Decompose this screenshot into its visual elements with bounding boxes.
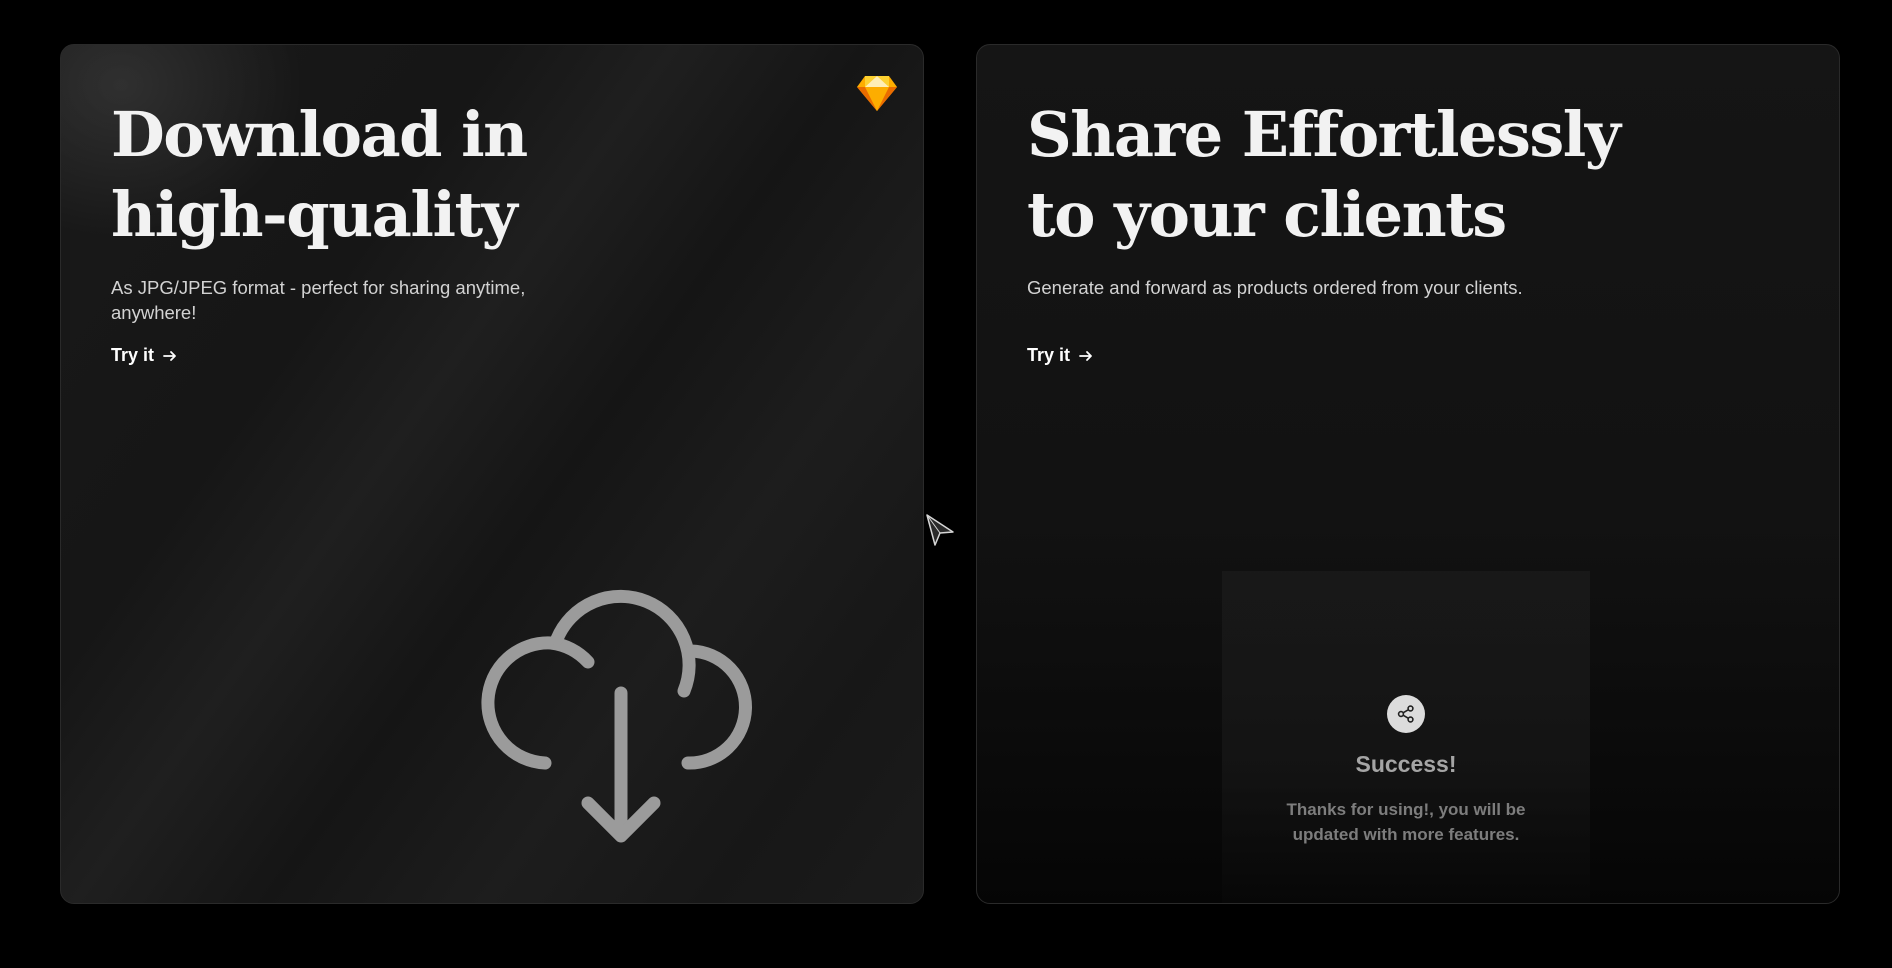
success-message: Thanks for using!, you will be updated w… <box>1286 800 1526 844</box>
arrow-right-icon <box>1079 350 1092 361</box>
mouse-pointer-icon <box>926 514 954 546</box>
download-card-title-line1: Download in <box>111 98 528 171</box>
share-card-title: Share Effortlessly to your clients <box>1027 95 1621 255</box>
share-try-it-link[interactable]: Try it <box>1027 345 1094 366</box>
share-card-title-line1: Share Effortlessly <box>1027 98 1621 171</box>
download-card: Download in high-quality As JPG/JPEG for… <box>60 44 924 904</box>
share-button[interactable] <box>1387 695 1425 733</box>
success-panel: Success! Thanks for using!, you will be … <box>1222 571 1590 903</box>
share-card: Share Effortlessly to your clients Gener… <box>976 44 1840 904</box>
cloud-download-icon <box>481 589 752 843</box>
share-card-description: Generate and forward as products ordered… <box>1027 277 1523 298</box>
download-card-title-line2: high-quality <box>111 178 518 251</box>
share-card-title-line2: to your clients <box>1027 178 1507 251</box>
success-title: Success! <box>1355 751 1457 777</box>
share-icon <box>1397 705 1414 723</box>
download-try-it-label: Try it <box>111 345 155 365</box>
download-try-it-link[interactable]: Try it <box>111 345 178 366</box>
download-card-description: As JPG/JPEG format - perfect for sharing… <box>111 277 526 323</box>
arrow-right-icon <box>163 350 176 361</box>
download-card-title: Download in high-quality <box>111 95 528 255</box>
share-try-it-label: Try it <box>1027 345 1071 365</box>
sketch-gem-icon <box>857 76 897 111</box>
